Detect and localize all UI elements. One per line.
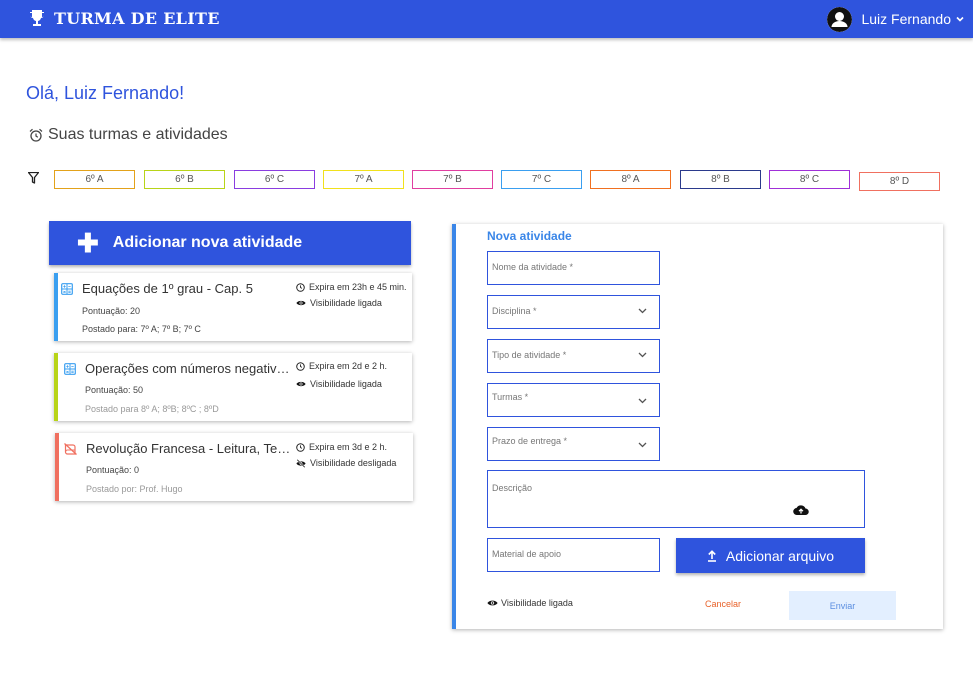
trophy-icon: [30, 10, 44, 26]
activity-score: Pontuação: 20: [82, 306, 141, 316]
activity-card[interactable]: Operações com números negativos - Exercí…: [54, 353, 412, 421]
activity-posted: Postado para 8º A; 8ºB; 8ºC ; 8ºD: [85, 404, 219, 414]
user-icon: [827, 6, 853, 32]
user-name: Luiz Fernando: [861, 11, 951, 27]
activity-title: Revolução Francesa - Leitura, Texto 2: [86, 441, 291, 456]
upload-icon: [707, 549, 716, 562]
chevron-down-icon: [638, 308, 647, 314]
add-file-button[interactable]: Adicionar arquivo: [676, 538, 865, 573]
eye-icon: [296, 381, 306, 387]
class-chip[interactable]: 7º A: [323, 170, 404, 189]
activity-title: Equações de 1º grau - Cap. 5: [82, 281, 253, 296]
activity-posted: Postado para: 7º A; 7º B; 7º C: [82, 324, 201, 334]
alarm-clock-icon: [29, 128, 43, 142]
chevron-down-icon: [638, 352, 647, 358]
classes-select[interactable]: Turmas *: [487, 383, 660, 417]
add-file-label: Adicionar arquivo: [725, 547, 835, 564]
activity-expiry: Expira em 23h e 45 min.: [296, 282, 407, 292]
activity-score: Pontuação: 50: [85, 385, 144, 395]
activity-card[interactable]: Revolução Francesa - Leitura, Texto 2 Po…: [55, 433, 413, 501]
class-chip[interactable]: 8º D: [859, 172, 940, 191]
deadline-select[interactable]: Prazo de entrega *: [487, 427, 660, 461]
support-material-input[interactable]: Material de apoio: [487, 538, 660, 572]
eye-icon: [487, 600, 498, 606]
card-color-bar: [54, 353, 58, 421]
card-color-bar: [55, 433, 59, 501]
cloud-upload-icon[interactable]: [793, 504, 809, 516]
eye-off-icon: [296, 458, 306, 468]
class-chip[interactable]: 8º B: [680, 170, 761, 189]
activity-posted: Postado por: Prof. Hugo: [86, 484, 183, 494]
avatar: [827, 6, 853, 32]
greeting: Olá, Luiz Fernando!: [26, 83, 185, 103]
clock-icon: [296, 361, 305, 371]
activity-visibility: Visibilidade ligada: [296, 298, 382, 308]
clock-icon: [296, 282, 305, 292]
chevron-down-icon: [956, 16, 964, 22]
send-button[interactable]: Enviar: [789, 591, 896, 620]
section-subtitle: Suas turmas e atividades: [29, 126, 228, 144]
book-off-icon: [64, 443, 77, 455]
subtitle-text: Suas turmas e atividades: [48, 126, 228, 143]
activity-visibility: Visibilidade ligada: [296, 379, 382, 389]
form-title: Nova atividade: [487, 229, 572, 243]
eye-icon: [296, 300, 306, 306]
panel-accent-bar: [452, 224, 456, 629]
visibility-toggle[interactable]: Visibilidade ligada: [487, 598, 573, 608]
new-activity-panel: Nova atividade Nome da atividade * Disci…: [452, 224, 943, 629]
calculator-icon: [64, 363, 76, 375]
class-chip[interactable]: 7º B: [412, 170, 493, 189]
activity-score: Pontuação: 0: [86, 465, 140, 475]
clock-icon: [296, 442, 305, 452]
class-chip[interactable]: 6º C: [234, 170, 315, 189]
plus-icon: ✚: [77, 228, 99, 258]
filter-icon[interactable]: [28, 172, 39, 184]
class-chip[interactable]: 6º B: [144, 170, 225, 189]
activity-type-select[interactable]: Tipo de atividade *: [487, 339, 660, 373]
activity-card[interactable]: Equações de 1º grau - Cap. 5 Pontuação: …: [54, 273, 412, 341]
description-textarea[interactable]: Descrição: [487, 470, 865, 528]
class-chip[interactable]: 8º A: [590, 170, 671, 189]
subject-select[interactable]: Disciplina *: [487, 295, 660, 329]
activity-name-input[interactable]: Nome da atividade *: [487, 251, 660, 285]
class-chip[interactable]: 8º C: [769, 170, 850, 189]
activity-expiry: Expira em 3d e 2 h.: [296, 442, 387, 452]
activity-title: Operações com números negativos - Exercí…: [85, 361, 290, 376]
user-menu[interactable]: Luiz Fernando: [827, 6, 965, 32]
activity-visibility: Visibilidade desligada: [296, 458, 396, 468]
top-bar: TURMA DE ELITE Luiz Fernando: [0, 0, 973, 38]
chevron-down-icon: [638, 398, 647, 404]
cancel-button[interactable]: Cancelar: [705, 599, 741, 609]
class-chip[interactable]: 7º C: [501, 170, 582, 189]
add-activity-button[interactable]: ✚ Adicionar nova atividade: [49, 221, 411, 265]
app-title: TURMA DE ELITE: [54, 9, 220, 28]
add-activity-label: Adicionar nova atividade: [112, 234, 303, 251]
activity-expiry: Expira em 2d e 2 h.: [296, 361, 387, 371]
chevron-down-icon: [638, 442, 647, 448]
class-chip[interactable]: 6º A: [54, 170, 135, 189]
card-color-bar: [54, 273, 58, 341]
calculator-icon: [61, 283, 73, 295]
